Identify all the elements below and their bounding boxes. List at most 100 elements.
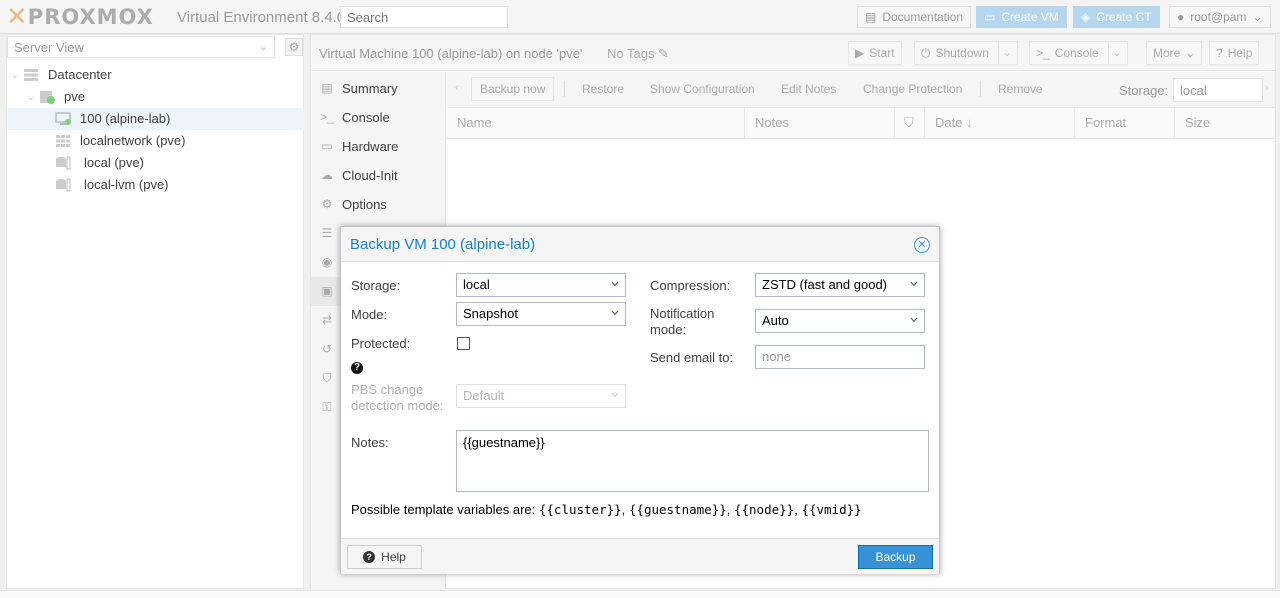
notes-label: Notes: [351, 435, 389, 450]
notification-mode-label: Notification mode: [650, 306, 715, 337]
tree-item-vm-100[interactable]: 100 (alpine-lab) [7, 108, 304, 130]
compression-label: Compression: [650, 278, 731, 293]
grid-icon [56, 135, 70, 147]
start-button[interactable]: ▶ Start [848, 41, 902, 65]
tags-editor[interactable]: No Tags ✎ [607, 46, 669, 62]
more-button[interactable]: More ⌄ [1146, 41, 1203, 65]
backup-grid-header: Name Notes ⛉ Date ↓ Format Size [447, 108, 1275, 139]
chevron-down-icon[interactable]: ⌄ [1107, 42, 1121, 64]
tree-item-node-pve[interactable]: ⌄ pve [7, 86, 304, 108]
tree-item-localnetwork[interactable]: localnetwork (pve) [7, 130, 304, 152]
backup-toolbar: ‹ Backup now Restore Show Configuration … [447, 72, 1275, 108]
column-protected[interactable]: ⛉ [895, 108, 925, 138]
protected-label: Protected: [351, 336, 411, 351]
nav-item-console[interactable]: >_ Console [311, 103, 445, 132]
nav-item-options[interactable]: ⚙ Options [311, 190, 445, 219]
desktop-icon: ▭ [984, 10, 996, 24]
server-rack-icon [24, 69, 38, 81]
edit-notes-button[interactable]: Edit Notes [772, 77, 845, 101]
send-email-input[interactable]: none [755, 345, 925, 369]
user-icon: ● [1177, 10, 1185, 24]
notification-mode-combo[interactable]: Auto [755, 309, 925, 333]
play-icon: ▶ [855, 46, 865, 60]
storage-icon [56, 156, 71, 170]
tree-item-storage-local[interactable]: local (pve) [7, 152, 304, 174]
logo-text: PROXMOX [27, 5, 154, 29]
backup-dialog: Backup VM 100 (alpine-lab) ✕ Storage: lo… [340, 226, 940, 574]
column-notes[interactable]: Notes [745, 108, 895, 138]
create-ct-button[interactable]: ◈ Create CT [1073, 6, 1160, 28]
console-button[interactable]: >_ Console ⌄ [1029, 41, 1129, 65]
pencil-icon: ✎ [658, 46, 669, 61]
storage-combo[interactable]: local [456, 273, 626, 297]
column-name[interactable]: Name [447, 108, 745, 138]
chevron-down-icon: ⌄ [1185, 46, 1196, 60]
gear-icon[interactable]: ⚙ [285, 38, 303, 56]
compression-combo[interactable]: ZSTD (fast and good) [755, 273, 925, 297]
template-variables-hint: Possible template variables are: {{clust… [351, 502, 862, 517]
pbs-detection-label: PBS change detection mode: [351, 382, 444, 413]
view-selector[interactable]: Server View ⌄ [7, 36, 275, 58]
power-icon: ⏻ [921, 45, 931, 60]
restore-button[interactable]: Restore [573, 77, 633, 101]
tree-item-datacenter[interactable]: ⌄ Datacenter [7, 64, 304, 86]
node-icon [40, 91, 55, 104]
show-configuration-button[interactable]: Show Configuration [641, 77, 764, 101]
help-button[interactable]: ? Help [1209, 41, 1260, 65]
chevron-down-icon[interactable]: ⌄ [997, 42, 1011, 64]
create-vm-button[interactable]: ▭ Create VM [976, 6, 1067, 28]
column-format[interactable]: Format [1075, 108, 1175, 138]
nav-item-summary[interactable]: ▤ Summary [311, 74, 445, 103]
search-input[interactable] [340, 6, 508, 28]
dialog-footer: ? Help Backup [341, 538, 939, 574]
book-icon: ▤ [865, 10, 877, 24]
storage-label: Storage: [351, 278, 401, 293]
terminal-icon: >_ [1036, 46, 1050, 60]
close-icon[interactable]: ✕ [914, 237, 930, 253]
sort-down-icon: ↓ [966, 115, 973, 130]
floppy-icon: ▣ [321, 284, 333, 298]
book-icon: ▤ [321, 81, 333, 95]
scroll-left-icon[interactable]: ‹ [455, 82, 459, 94]
column-date[interactable]: Date ↓ [925, 108, 1075, 138]
notes-textarea[interactable]: {{guestname}} [456, 430, 929, 492]
eye-icon: ◉ [321, 255, 333, 269]
protected-checkbox[interactable] [457, 337, 470, 350]
backup-now-button[interactable]: Backup now [471, 77, 555, 101]
collapse-icon[interactable]: ⌄ [27, 86, 35, 108]
chevron-down-icon [611, 392, 619, 398]
question-circle-icon: ? [363, 551, 376, 563]
proxmox-logo[interactable]: ✕ PROXMOX [6, 4, 154, 30]
nav-item-hardware[interactable]: ▭ Hardware [311, 132, 445, 161]
shield-icon: ⛉ [322, 371, 332, 385]
chevron-down-icon: ⌄ [258, 41, 268, 53]
storage-selector[interactable]: local [1173, 78, 1263, 102]
shield-icon: ⛉ [904, 115, 914, 130]
resource-tree: ⌄ Datacenter ⌄ pve 100 (alpine-lab) loca… [7, 64, 304, 196]
tree-item-storage-local-lvm[interactable]: local-lvm (pve) [7, 174, 304, 196]
user-menu-button[interactable]: ● root@pam ⌄ [1169, 6, 1271, 28]
terminal-icon: >_ [320, 110, 334, 124]
chevron-down-icon [611, 281, 619, 287]
remove-button[interactable]: Remove [989, 77, 1052, 101]
history-icon: ↺ [321, 342, 333, 356]
mode-combo[interactable]: Snapshot [456, 302, 626, 326]
change-protection-button[interactable]: Change Protection [854, 77, 971, 101]
desktop-icon: ▭ [321, 139, 333, 153]
backup-button[interactable]: Backup [858, 545, 933, 569]
question-circle-icon[interactable]: ? [351, 362, 363, 374]
chevron-down-icon [611, 310, 619, 316]
chevron-down-icon [910, 317, 918, 323]
nav-item-cloud-init[interactable]: ☁ Cloud-Init [311, 161, 445, 190]
documentation-button[interactable]: ▤ Documentation [857, 6, 972, 28]
column-size[interactable]: Size [1175, 108, 1275, 138]
proxmox-x-icon: ✕ [6, 2, 28, 32]
dialog-help-button[interactable]: ? Help [347, 545, 422, 569]
mode-label: Mode: [351, 307, 388, 322]
shutdown-button[interactable]: ⏻ Shutdown ⌄ [914, 41, 1019, 65]
scroll-right-icon[interactable]: › [1265, 82, 1269, 94]
chevron-down-icon: ⌄ [1252, 10, 1263, 24]
monitor-icon [55, 112, 71, 125]
collapse-icon[interactable]: ⌄ [11, 64, 19, 86]
resource-tree-panel: Server View ⌄ ⚙ ⌄ Datacenter ⌄ pve 100 (… [6, 34, 304, 589]
